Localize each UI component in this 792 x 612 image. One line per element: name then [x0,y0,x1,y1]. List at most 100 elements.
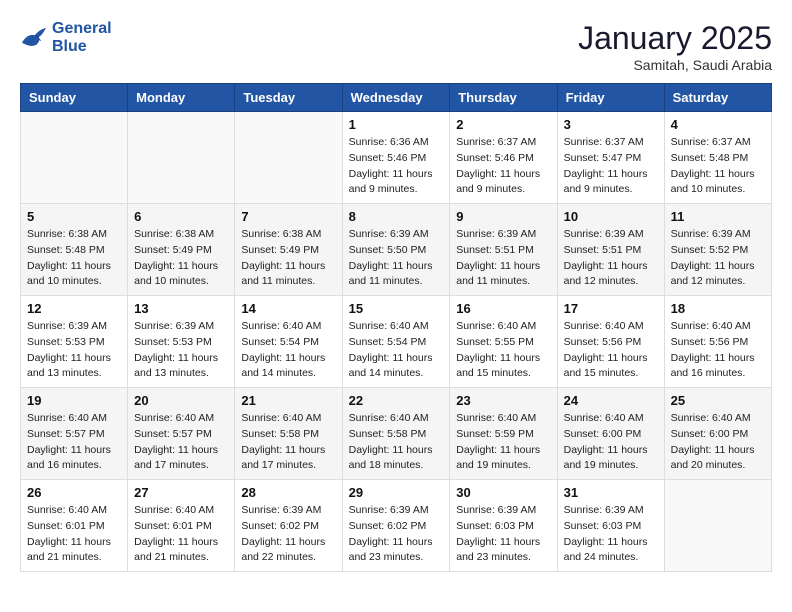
calendar-cell: 13 Sunrise: 6:39 AM Sunset: 5:53 PM Dayli… [128,296,235,388]
day-number: 29 [349,485,444,500]
calendar-cell: 6 Sunrise: 6:38 AM Sunset: 5:49 PM Daylig… [128,204,235,296]
calendar-cell [21,112,128,204]
day-number: 30 [456,485,550,500]
day-info: Sunrise: 6:40 AM Sunset: 6:01 PM Dayligh… [134,503,228,566]
day-info: Sunrise: 6:39 AM Sunset: 6:03 PM Dayligh… [456,503,550,566]
calendar-cell: 21Sunrise: 6:40 AM Sunset: 5:58 PM Dayli… [235,388,342,480]
calendar-cell [235,112,342,204]
day-number: 12 [27,301,121,316]
calendar-cell: 8 Sunrise: 6:39 AM Sunset: 5:50 PM Daylig… [342,204,450,296]
day-info: Sunrise: 6:40 AM Sunset: 5:57 PM Dayligh… [27,411,121,474]
day-number: 7 [241,209,335,224]
weekday-header-friday: Friday [557,84,664,112]
day-info: Sunrise: 6:38 AM Sunset: 5:49 PM Dayligh… [241,227,335,290]
day-info: Sunrise: 6:39 AM Sunset: 6:03 PM Dayligh… [564,503,658,566]
calendar-cell: 25Sunrise: 6:40 AM Sunset: 6:00 PM Dayli… [664,388,771,480]
day-number: 23 [456,393,550,408]
week-row-5: 26Sunrise: 6:40 AM Sunset: 6:01 PM Dayli… [21,480,772,572]
day-info: Sunrise: 6:40 AM Sunset: 6:00 PM Dayligh… [671,411,765,474]
weekday-header-sunday: Sunday [21,84,128,112]
calendar-cell: 2 Sunrise: 6:37 AM Sunset: 5:46 PM Daylig… [450,112,557,204]
calendar-cell: 29 Sunrise: 6:39 AM Sunset: 6:02 PM Dayli… [342,480,450,572]
calendar-cell: 17 Sunrise: 6:40 AM Sunset: 5:56 PM Dayli… [557,296,664,388]
calendar-cell: 31 Sunrise: 6:39 AM Sunset: 6:03 PM Dayli… [557,480,664,572]
day-info: Sunrise: 6:37 AM Sunset: 5:47 PM Dayligh… [564,135,658,198]
location-subtitle: Samitah, Saudi Arabia [578,57,772,73]
calendar-cell: 27 Sunrise: 6:40 AM Sunset: 6:01 PM Dayli… [128,480,235,572]
day-info: Sunrise: 6:38 AM Sunset: 5:49 PM Dayligh… [134,227,228,290]
calendar-cell: 3 Sunrise: 6:37 AM Sunset: 5:47 PM Daylig… [557,112,664,204]
day-info: Sunrise: 6:39 AM Sunset: 5:51 PM Dayligh… [456,227,550,290]
weekday-header-saturday: Saturday [664,84,771,112]
day-info: Sunrise: 6:39 AM Sunset: 5:50 PM Dayligh… [349,227,444,290]
day-info: Sunrise: 6:40 AM Sunset: 5:55 PM Dayligh… [456,319,550,382]
calendar-cell: 5 Sunrise: 6:38 AM Sunset: 5:48 PM Daylig… [21,204,128,296]
day-number: 27 [134,485,228,500]
page-header: General Blue January 2025 Samitah, Saudi… [20,20,772,73]
day-number: 17 [564,301,658,316]
week-row-4: 19 Sunrise: 6:40 AM Sunset: 5:57 PM Dayli… [21,388,772,480]
calendar-cell: 16 Sunrise: 6:40 AM Sunset: 5:55 PM Dayli… [450,296,557,388]
day-number: 5 [27,209,121,224]
day-info: Sunrise: 6:40 AM Sunset: 6:01 PM Dayligh… [27,503,121,566]
day-info: Sunrise: 6:40 AM Sunset: 5:59 PM Dayligh… [456,411,550,474]
day-number: 16 [456,301,550,316]
day-info: Sunrise: 6:40 AM Sunset: 6:00 PM Dayligh… [564,411,658,474]
calendar-cell: 15Sunrise: 6:40 AM Sunset: 5:54 PM Dayli… [342,296,450,388]
calendar-cell: 23 Sunrise: 6:40 AM Sunset: 5:59 PM Dayli… [450,388,557,480]
month-title: January 2025 [578,20,772,57]
day-info: Sunrise: 6:39 AM Sunset: 5:53 PM Dayligh… [134,319,228,382]
day-number: 15 [349,301,444,316]
day-info: Sunrise: 6:40 AM Sunset: 5:56 PM Dayligh… [564,319,658,382]
calendar-cell: 19 Sunrise: 6:40 AM Sunset: 5:57 PM Dayli… [21,388,128,480]
day-info: Sunrise: 6:39 AM Sunset: 5:52 PM Dayligh… [671,227,765,290]
day-number: 24 [564,393,658,408]
week-row-2: 5 Sunrise: 6:38 AM Sunset: 5:48 PM Daylig… [21,204,772,296]
weekday-header-wednesday: Wednesday [342,84,450,112]
day-info: Sunrise: 6:39 AM Sunset: 5:53 PM Dayligh… [27,319,121,382]
calendar-cell: 4 Sunrise: 6:37 AM Sunset: 5:48 PM Daylig… [664,112,771,204]
day-number: 13 [134,301,228,316]
logo-bird-icon [20,26,48,50]
day-info: Sunrise: 6:39 AM Sunset: 6:02 PM Dayligh… [241,503,335,566]
day-info: Sunrise: 6:37 AM Sunset: 5:48 PM Dayligh… [671,135,765,198]
day-number: 31 [564,485,658,500]
day-number: 22 [349,393,444,408]
day-number: 3 [564,117,658,132]
calendar-cell: 28Sunrise: 6:39 AM Sunset: 6:02 PM Dayli… [235,480,342,572]
day-info: Sunrise: 6:40 AM Sunset: 5:57 PM Dayligh… [134,411,228,474]
day-number: 2 [456,117,550,132]
weekday-header-row: SundayMondayTuesdayWednesdayThursdayFrid… [21,84,772,112]
logo: General Blue [20,20,112,56]
calendar-cell: 10 Sunrise: 6:39 AM Sunset: 5:51 PM Dayli… [557,204,664,296]
calendar-cell: 11Sunrise: 6:39 AM Sunset: 5:52 PM Dayli… [664,204,771,296]
calendar-cell: 22 Sunrise: 6:40 AM Sunset: 5:58 PM Dayli… [342,388,450,480]
calendar-cell: 30 Sunrise: 6:39 AM Sunset: 6:03 PM Dayli… [450,480,557,572]
day-number: 8 [349,209,444,224]
day-number: 14 [241,301,335,316]
weekday-header-tuesday: Tuesday [235,84,342,112]
calendar-cell: 26Sunrise: 6:40 AM Sunset: 6:01 PM Dayli… [21,480,128,572]
day-info: Sunrise: 6:39 AM Sunset: 5:51 PM Dayligh… [564,227,658,290]
day-number: 10 [564,209,658,224]
calendar-cell: 7 Sunrise: 6:38 AM Sunset: 5:49 PM Daylig… [235,204,342,296]
title-block: January 2025 Samitah, Saudi Arabia [578,20,772,73]
calendar-cell: 9 Sunrise: 6:39 AM Sunset: 5:51 PM Daylig… [450,204,557,296]
calendar-cell: 24 Sunrise: 6:40 AM Sunset: 6:00 PM Dayli… [557,388,664,480]
day-number: 9 [456,209,550,224]
day-info: Sunrise: 6:36 AM Sunset: 5:46 PM Dayligh… [349,135,444,198]
day-info: Sunrise: 6:40 AM Sunset: 5:58 PM Dayligh… [349,411,444,474]
calendar-table: SundayMondayTuesdayWednesdayThursdayFrid… [20,83,772,572]
calendar-cell [128,112,235,204]
logo-text: General Blue [52,20,112,56]
week-row-3: 12 Sunrise: 6:39 AM Sunset: 5:53 PM Dayli… [21,296,772,388]
day-number: 19 [27,393,121,408]
day-info: Sunrise: 6:39 AM Sunset: 6:02 PM Dayligh… [349,503,444,566]
day-number: 4 [671,117,765,132]
day-info: Sunrise: 6:38 AM Sunset: 5:48 PM Dayligh… [27,227,121,290]
day-number: 6 [134,209,228,224]
day-number: 21 [241,393,335,408]
weekday-header-monday: Monday [128,84,235,112]
day-info: Sunrise: 6:37 AM Sunset: 5:46 PM Dayligh… [456,135,550,198]
day-info: Sunrise: 6:40 AM Sunset: 5:56 PM Dayligh… [671,319,765,382]
